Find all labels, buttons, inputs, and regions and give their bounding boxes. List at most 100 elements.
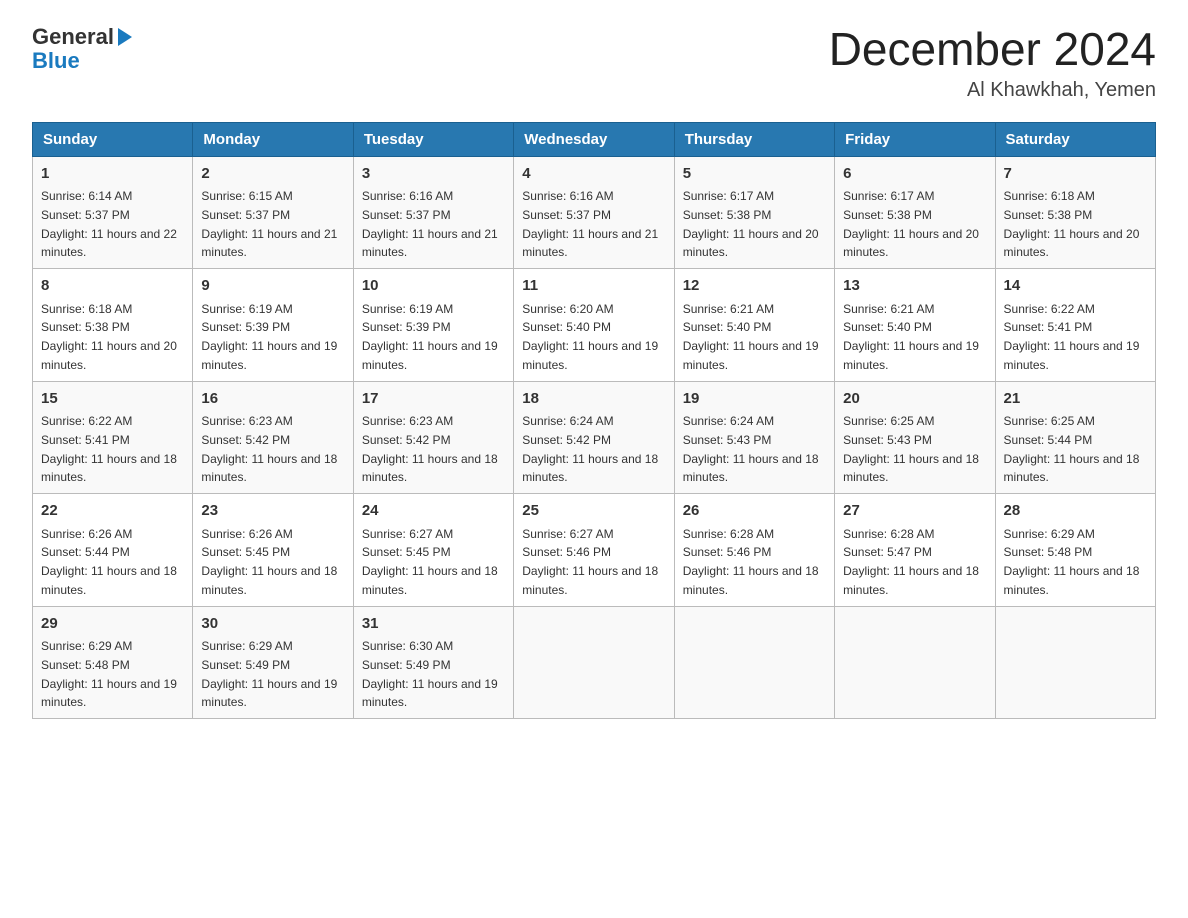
table-row: 15 Sunrise: 6:22 AMSunset: 5:41 PMDaylig… xyxy=(33,381,193,494)
table-row: 24 Sunrise: 6:27 AMSunset: 5:45 PMDaylig… xyxy=(353,494,513,607)
table-row: 28 Sunrise: 6:29 AMSunset: 5:48 PMDaylig… xyxy=(995,494,1155,607)
page-subtitle: Al Khawkhah, Yemen xyxy=(829,79,1156,102)
col-monday: Monday xyxy=(193,122,353,156)
day-number: 28 xyxy=(1004,500,1147,523)
table-row: 25 Sunrise: 6:27 AMSunset: 5:46 PMDaylig… xyxy=(514,494,674,607)
day-info: Sunrise: 6:29 AMSunset: 5:48 PMDaylight:… xyxy=(41,639,177,709)
day-number: 21 xyxy=(1004,388,1147,411)
col-tuesday: Tuesday xyxy=(353,122,513,156)
calendar-week-row: 15 Sunrise: 6:22 AMSunset: 5:41 PMDaylig… xyxy=(33,381,1156,494)
day-info: Sunrise: 6:26 AMSunset: 5:44 PMDaylight:… xyxy=(41,527,177,597)
day-info: Sunrise: 6:17 AMSunset: 5:38 PMDaylight:… xyxy=(843,189,979,259)
page-header: General Blue December 2024 Al Khawkhah, … xyxy=(32,24,1156,102)
day-number: 8 xyxy=(41,275,184,298)
table-row xyxy=(995,606,1155,719)
day-number: 14 xyxy=(1004,275,1147,298)
table-row: 30 Sunrise: 6:29 AMSunset: 5:49 PMDaylig… xyxy=(193,606,353,719)
calendar-week-row: 1 Sunrise: 6:14 AMSunset: 5:37 PMDayligh… xyxy=(33,156,1156,269)
day-number: 7 xyxy=(1004,163,1147,186)
table-row: 8 Sunrise: 6:18 AMSunset: 5:38 PMDayligh… xyxy=(33,269,193,382)
table-row: 31 Sunrise: 6:30 AMSunset: 5:49 PMDaylig… xyxy=(353,606,513,719)
day-number: 20 xyxy=(843,388,986,411)
day-info: Sunrise: 6:28 AMSunset: 5:47 PMDaylight:… xyxy=(843,527,979,597)
day-number: 18 xyxy=(522,388,665,411)
day-number: 12 xyxy=(683,275,826,298)
table-row: 6 Sunrise: 6:17 AMSunset: 5:38 PMDayligh… xyxy=(835,156,995,269)
table-row: 17 Sunrise: 6:23 AMSunset: 5:42 PMDaylig… xyxy=(353,381,513,494)
table-row: 11 Sunrise: 6:20 AMSunset: 5:40 PMDaylig… xyxy=(514,269,674,382)
day-number: 26 xyxy=(683,500,826,523)
day-info: Sunrise: 6:24 AMSunset: 5:42 PMDaylight:… xyxy=(522,414,658,484)
day-info: Sunrise: 6:16 AMSunset: 5:37 PMDaylight:… xyxy=(522,189,658,259)
day-number: 15 xyxy=(41,388,184,411)
day-info: Sunrise: 6:21 AMSunset: 5:40 PMDaylight:… xyxy=(683,302,819,372)
day-info: Sunrise: 6:29 AMSunset: 5:49 PMDaylight:… xyxy=(201,639,337,709)
table-row xyxy=(674,606,834,719)
day-number: 2 xyxy=(201,163,344,186)
table-row: 9 Sunrise: 6:19 AMSunset: 5:39 PMDayligh… xyxy=(193,269,353,382)
day-info: Sunrise: 6:14 AMSunset: 5:37 PMDaylight:… xyxy=(41,189,177,259)
col-saturday: Saturday xyxy=(995,122,1155,156)
table-row: 12 Sunrise: 6:21 AMSunset: 5:40 PMDaylig… xyxy=(674,269,834,382)
day-info: Sunrise: 6:21 AMSunset: 5:40 PMDaylight:… xyxy=(843,302,979,372)
day-number: 29 xyxy=(41,613,184,636)
col-thursday: Thursday xyxy=(674,122,834,156)
day-number: 11 xyxy=(522,275,665,298)
day-number: 17 xyxy=(362,388,505,411)
day-number: 22 xyxy=(41,500,184,523)
day-info: Sunrise: 6:16 AMSunset: 5:37 PMDaylight:… xyxy=(362,189,498,259)
table-row: 18 Sunrise: 6:24 AMSunset: 5:42 PMDaylig… xyxy=(514,381,674,494)
day-number: 13 xyxy=(843,275,986,298)
day-info: Sunrise: 6:19 AMSunset: 5:39 PMDaylight:… xyxy=(201,302,337,372)
calendar-week-row: 8 Sunrise: 6:18 AMSunset: 5:38 PMDayligh… xyxy=(33,269,1156,382)
day-info: Sunrise: 6:22 AMSunset: 5:41 PMDaylight:… xyxy=(41,414,177,484)
day-number: 24 xyxy=(362,500,505,523)
table-row: 3 Sunrise: 6:16 AMSunset: 5:37 PMDayligh… xyxy=(353,156,513,269)
day-number: 23 xyxy=(201,500,344,523)
logo: General Blue xyxy=(32,24,132,74)
day-info: Sunrise: 6:17 AMSunset: 5:38 PMDaylight:… xyxy=(683,189,819,259)
logo-arrow-icon xyxy=(118,28,132,46)
table-row: 20 Sunrise: 6:25 AMSunset: 5:43 PMDaylig… xyxy=(835,381,995,494)
table-row: 26 Sunrise: 6:28 AMSunset: 5:46 PMDaylig… xyxy=(674,494,834,607)
calendar-table: Sunday Monday Tuesday Wednesday Thursday… xyxy=(32,122,1156,720)
table-row: 27 Sunrise: 6:28 AMSunset: 5:47 PMDaylig… xyxy=(835,494,995,607)
day-number: 19 xyxy=(683,388,826,411)
table-row xyxy=(835,606,995,719)
day-info: Sunrise: 6:25 AMSunset: 5:44 PMDaylight:… xyxy=(1004,414,1140,484)
day-number: 16 xyxy=(201,388,344,411)
table-row: 22 Sunrise: 6:26 AMSunset: 5:44 PMDaylig… xyxy=(33,494,193,607)
day-info: Sunrise: 6:18 AMSunset: 5:38 PMDaylight:… xyxy=(1004,189,1140,259)
col-wednesday: Wednesday xyxy=(514,122,674,156)
table-row: 21 Sunrise: 6:25 AMSunset: 5:44 PMDaylig… xyxy=(995,381,1155,494)
table-row: 29 Sunrise: 6:29 AMSunset: 5:48 PMDaylig… xyxy=(33,606,193,719)
day-number: 3 xyxy=(362,163,505,186)
table-row: 13 Sunrise: 6:21 AMSunset: 5:40 PMDaylig… xyxy=(835,269,995,382)
calendar-header-row: Sunday Monday Tuesday Wednesday Thursday… xyxy=(33,122,1156,156)
table-row: 14 Sunrise: 6:22 AMSunset: 5:41 PMDaylig… xyxy=(995,269,1155,382)
day-info: Sunrise: 6:27 AMSunset: 5:46 PMDaylight:… xyxy=(522,527,658,597)
table-row: 10 Sunrise: 6:19 AMSunset: 5:39 PMDaylig… xyxy=(353,269,513,382)
day-info: Sunrise: 6:30 AMSunset: 5:49 PMDaylight:… xyxy=(362,639,498,709)
calendar-week-row: 29 Sunrise: 6:29 AMSunset: 5:48 PMDaylig… xyxy=(33,606,1156,719)
col-sunday: Sunday xyxy=(33,122,193,156)
day-number: 4 xyxy=(522,163,665,186)
day-info: Sunrise: 6:23 AMSunset: 5:42 PMDaylight:… xyxy=(201,414,337,484)
day-number: 25 xyxy=(522,500,665,523)
logo-blue-text: Blue xyxy=(32,48,80,73)
day-info: Sunrise: 6:23 AMSunset: 5:42 PMDaylight:… xyxy=(362,414,498,484)
table-row xyxy=(514,606,674,719)
col-friday: Friday xyxy=(835,122,995,156)
table-row: 7 Sunrise: 6:18 AMSunset: 5:38 PMDayligh… xyxy=(995,156,1155,269)
day-info: Sunrise: 6:24 AMSunset: 5:43 PMDaylight:… xyxy=(683,414,819,484)
day-number: 27 xyxy=(843,500,986,523)
table-row: 16 Sunrise: 6:23 AMSunset: 5:42 PMDaylig… xyxy=(193,381,353,494)
day-info: Sunrise: 6:20 AMSunset: 5:40 PMDaylight:… xyxy=(522,302,658,372)
day-info: Sunrise: 6:18 AMSunset: 5:38 PMDaylight:… xyxy=(41,302,177,372)
table-row: 23 Sunrise: 6:26 AMSunset: 5:45 PMDaylig… xyxy=(193,494,353,607)
table-row: 4 Sunrise: 6:16 AMSunset: 5:37 PMDayligh… xyxy=(514,156,674,269)
day-info: Sunrise: 6:22 AMSunset: 5:41 PMDaylight:… xyxy=(1004,302,1140,372)
logo-general-text: General xyxy=(32,24,114,50)
table-row: 1 Sunrise: 6:14 AMSunset: 5:37 PMDayligh… xyxy=(33,156,193,269)
day-info: Sunrise: 6:25 AMSunset: 5:43 PMDaylight:… xyxy=(843,414,979,484)
